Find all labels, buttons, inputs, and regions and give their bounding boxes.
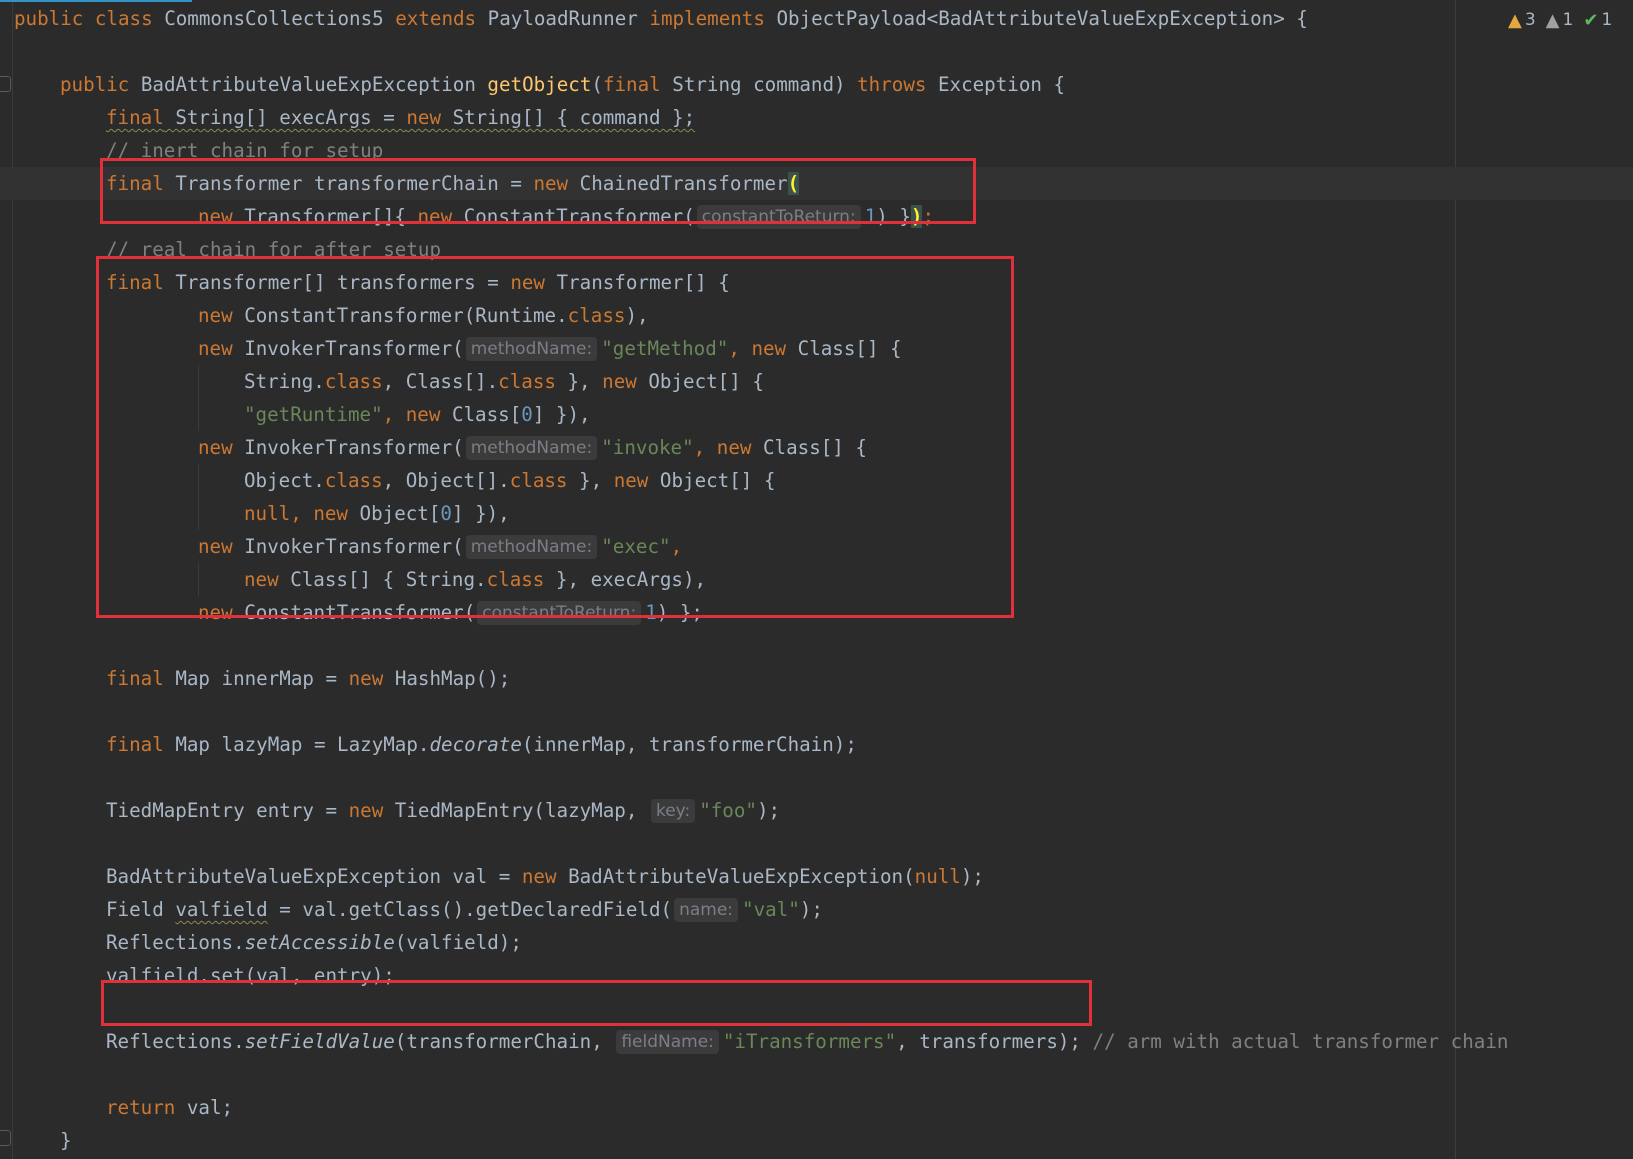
code-line[interactable]: // real chain for after setup — [0, 233, 1633, 266]
parameter-hint: key: — [650, 799, 696, 823]
code-line[interactable]: final Transformer[] transformers = new T… — [0, 266, 1633, 299]
code-line[interactable]: } — [0, 1124, 1633, 1157]
code-line[interactable]: new InvokerTransformer(methodName: "getMe… — [0, 332, 1633, 365]
code-editor[interactable]: public class CommonsCollections5 extends… — [0, 2, 1633, 1157]
parameter-hint: methodName: — [465, 436, 598, 460]
code-line[interactable]: public BadAttributeValueExpException get… — [0, 68, 1633, 101]
parameter-hint: constantToReturn: — [696, 205, 861, 229]
code-line[interactable]: final Map lazyMap = LazyMap.decorate(inn… — [0, 728, 1633, 761]
code-line[interactable] — [0, 695, 1633, 728]
code-line[interactable]: new Transformer[]{ new ConstantTransform… — [0, 200, 1633, 233]
code-line[interactable] — [0, 761, 1633, 794]
parameter-hint: methodName: — [465, 337, 598, 361]
code-line[interactable]: null, new Object[0] }), — [0, 497, 1633, 530]
code-line[interactable] — [0, 35, 1633, 68]
code-line[interactable] — [0, 629, 1633, 662]
code-line[interactable]: public class CommonsCollections5 extends… — [0, 2, 1633, 35]
parameter-hint: fieldName: — [616, 1030, 719, 1054]
code-line-current[interactable]: final Transformer transformerChain = new… — [0, 167, 1633, 200]
code-line[interactable] — [0, 827, 1633, 860]
warning-underline: final String[] execArgs = new String[] {… — [106, 106, 696, 129]
indent-guide — [198, 398, 199, 431]
matched-paren: ( — [787, 172, 800, 195]
code-line[interactable]: new Class[] { String.class }, execArgs), — [0, 563, 1633, 596]
code-line[interactable]: BadAttributeValueExpException val = new … — [0, 860, 1633, 893]
code-line[interactable]: TiedMapEntry entry = new TiedMapEntry(la… — [0, 794, 1633, 827]
code-line[interactable]: new ConstantTransformer(Runtime.class), — [0, 299, 1633, 332]
parameter-hint: name: — [674, 898, 739, 922]
indent-guide — [198, 464, 199, 497]
matched-paren: ) — [910, 205, 923, 228]
code-line[interactable]: "getRuntime", new Class[0] }), — [0, 398, 1633, 431]
code-line[interactable]: valfield.set(val, entry); — [0, 959, 1633, 992]
indent-guide — [198, 563, 199, 596]
code-line[interactable]: Reflections.setAccessible(valfield); — [0, 926, 1633, 959]
code-line[interactable]: new ConstantTransformer(constantToReturn… — [0, 596, 1633, 629]
code-line[interactable]: final String[] execArgs = new String[] {… — [0, 101, 1633, 134]
warning-underline: valfield — [175, 898, 268, 921]
code-line[interactable] — [0, 992, 1633, 1025]
indent-guide — [198, 497, 199, 530]
code-line[interactable]: new InvokerTransformer(methodName: "exec"… — [0, 530, 1633, 563]
code-line[interactable]: // inert chain for setup — [0, 134, 1633, 167]
parameter-hint: methodName: — [465, 535, 598, 559]
parameter-hint: constantToReturn: — [477, 601, 642, 625]
code-line[interactable]: String.class, Class[].class }, new Objec… — [0, 365, 1633, 398]
code-line[interactable]: Reflections.setFieldValue(transformerCha… — [0, 1025, 1633, 1058]
code-line[interactable]: Field valfield = val.getClass().getDecla… — [0, 893, 1633, 926]
indent-guide — [198, 365, 199, 398]
code-line[interactable]: new InvokerTransformer(methodName: "invok… — [0, 431, 1633, 464]
code-line[interactable]: Object.class, Object[].class }, new Obje… — [0, 464, 1633, 497]
code-line[interactable]: final Map innerMap = new HashMap(); — [0, 662, 1633, 695]
code-line[interactable]: return val; — [0, 1091, 1633, 1124]
code-line[interactable] — [0, 1058, 1633, 1091]
